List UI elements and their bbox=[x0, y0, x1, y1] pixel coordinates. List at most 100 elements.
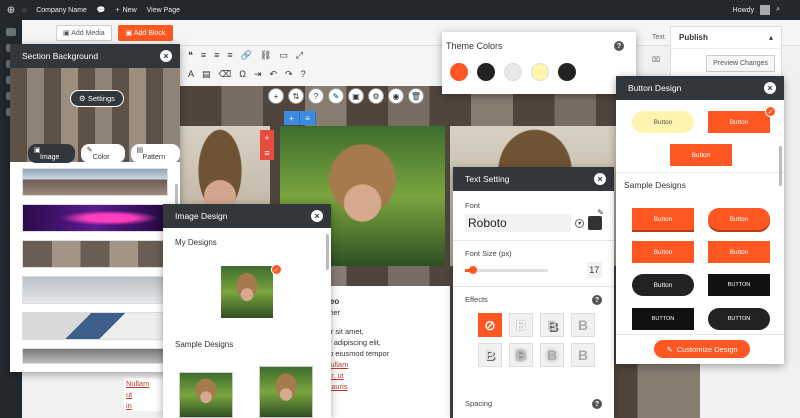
close-icon[interactable]: × bbox=[311, 210, 323, 222]
background-thumbnail[interactable] bbox=[22, 240, 168, 268]
reorder-icon[interactable]: ⇅ bbox=[288, 88, 304, 104]
help-icon[interactable]: ? bbox=[301, 69, 306, 80]
background-thumbnail[interactable] bbox=[22, 276, 168, 304]
unlink-icon[interactable]: ⛓ bbox=[260, 50, 271, 61]
settings-icon[interactable]: ⚙ bbox=[368, 88, 384, 104]
color-swatch[interactable] bbox=[477, 63, 495, 81]
home-icon[interactable]: ⌂ bbox=[22, 7, 26, 14]
no-effect-icon[interactable]: ⊘ bbox=[478, 313, 502, 337]
add-row-icon[interactable]: + bbox=[264, 133, 269, 143]
sample-button[interactable]: Button bbox=[632, 208, 694, 230]
button-design-option[interactable]: Button bbox=[632, 111, 694, 133]
slider-handle[interactable] bbox=[469, 265, 478, 274]
font-size-value[interactable]: 17 bbox=[586, 262, 602, 278]
help-icon[interactable]: ? bbox=[592, 399, 602, 409]
paste-icon[interactable]: ▤ bbox=[202, 69, 211, 80]
search-icon[interactable]: ⌕ bbox=[776, 6, 780, 14]
article-link[interactable]: Nullam bbox=[325, 359, 440, 370]
sample-button[interactable]: Button bbox=[632, 274, 694, 296]
customize-design-button[interactable]: ✎ Customize Design bbox=[654, 340, 750, 358]
site-name-link[interactable]: Company Name bbox=[36, 7, 87, 14]
new-link[interactable]: + New bbox=[116, 7, 137, 14]
text-color-icon[interactable]: A bbox=[188, 69, 194, 80]
scrollbar[interactable] bbox=[779, 146, 782, 186]
camera-icon[interactable]: ◉ bbox=[388, 88, 404, 104]
redo-icon[interactable]: ↷ bbox=[285, 69, 293, 80]
close-icon[interactable]: × bbox=[594, 173, 606, 185]
background-thumbnail[interactable] bbox=[22, 204, 168, 232]
sample-button[interactable]: BUTTON bbox=[708, 274, 770, 296]
font-size-slider[interactable] bbox=[465, 265, 548, 274]
image-icon[interactable]: ▣ bbox=[348, 88, 364, 104]
background-thumbnail[interactable] bbox=[22, 168, 168, 196]
color-swatch[interactable] bbox=[450, 63, 468, 81]
menu-icon[interactable] bbox=[6, 28, 16, 36]
more-icon[interactable]: ▭ bbox=[279, 50, 288, 61]
link-icon[interactable]: 🔗 bbox=[241, 50, 252, 61]
add-media-button[interactable]: ▣ Add Media bbox=[56, 24, 112, 41]
align-left-icon[interactable]: ≡ bbox=[201, 50, 206, 61]
effect-shadow[interactable]: B bbox=[540, 313, 564, 337]
effect-light[interactable]: B bbox=[571, 343, 595, 367]
effect-blur[interactable]: B bbox=[509, 343, 533, 367]
sample-button[interactable]: Button bbox=[708, 241, 770, 263]
help-icon[interactable]: ? bbox=[592, 295, 602, 305]
sample-button[interactable]: BUTTON bbox=[632, 308, 694, 330]
sample-design-thumbnail[interactable] bbox=[259, 366, 313, 418]
font-color-swatch[interactable]: ✎ bbox=[588, 208, 604, 230]
sample-button[interactable]: Button bbox=[708, 208, 770, 230]
fullscreen-icon[interactable]: ⤢ bbox=[296, 50, 303, 61]
align-center-icon[interactable]: ≡ bbox=[214, 50, 219, 61]
sample-design-thumbnail[interactable] bbox=[179, 372, 233, 418]
color-swatch[interactable] bbox=[504, 63, 522, 81]
add-block-button[interactable]: ▣ Add Block bbox=[117, 24, 174, 41]
help-icon[interactable]: ? bbox=[308, 88, 324, 104]
undo-icon[interactable]: ↶ bbox=[270, 69, 278, 80]
clear-format-icon[interactable]: ⌫ bbox=[219, 69, 232, 80]
effect-glow[interactable]: B bbox=[540, 343, 564, 367]
indent-icon[interactable]: ⇥ bbox=[254, 69, 262, 80]
align-right-icon[interactable]: ≡ bbox=[227, 50, 232, 61]
toolbar-toggle-icon[interactable]: ⌧ bbox=[652, 56, 660, 64]
quote-icon[interactable]: ❝ bbox=[188, 50, 193, 61]
chevron-down-icon[interactable]: ▾ bbox=[575, 218, 585, 228]
color-swatch[interactable] bbox=[531, 63, 549, 81]
my-design-thumbnail[interactable] bbox=[221, 266, 273, 318]
font-select[interactable]: Roboto bbox=[465, 214, 572, 232]
effect-emboss[interactable]: B bbox=[478, 343, 502, 367]
row-menu-icon[interactable]: ≡ bbox=[264, 148, 269, 158]
preview-changes-button[interactable]: Preview Changes bbox=[706, 55, 775, 72]
settings-button[interactable]: ⚙ Settings bbox=[70, 90, 124, 107]
column-menu-icon[interactable]: ≡ bbox=[300, 111, 316, 125]
sample-button[interactable]: Button bbox=[632, 241, 694, 263]
background-thumbnail[interactable] bbox=[22, 312, 168, 340]
delete-icon[interactable]: 🗑 bbox=[408, 88, 424, 104]
article-link[interactable]: mauris bbox=[325, 381, 440, 392]
collapse-icon[interactable]: ▴ bbox=[769, 33, 773, 42]
wordpress-icon[interactable]: ⊕ bbox=[0, 5, 22, 16]
color-swatch[interactable] bbox=[558, 63, 576, 81]
article-link[interactable]: tor, ut bbox=[325, 370, 440, 381]
button-design-option[interactable]: Button bbox=[670, 144, 732, 166]
tab-pattern[interactable]: ▤ Pattern bbox=[130, 144, 180, 163]
close-icon[interactable]: × bbox=[160, 50, 172, 62]
sample-button[interactable]: BUTTON bbox=[708, 308, 770, 330]
effect-outline[interactable]: B bbox=[509, 313, 533, 337]
add-icon[interactable]: + bbox=[268, 88, 284, 104]
brush-icon[interactable]: ✎ bbox=[328, 88, 344, 104]
omega-icon[interactable]: Ω bbox=[239, 69, 246, 80]
comments-icon[interactable]: 💬 bbox=[97, 6, 106, 14]
scrollbar[interactable] bbox=[326, 234, 329, 270]
text-tab[interactable]: Text bbox=[652, 34, 665, 41]
scrollbar[interactable] bbox=[175, 184, 178, 204]
effect-soft[interactable]: B bbox=[571, 313, 595, 337]
close-icon[interactable]: × bbox=[764, 82, 776, 94]
view-page-link[interactable]: View Page bbox=[147, 7, 180, 14]
tab-color[interactable]: ✎ Color bbox=[80, 144, 125, 163]
button-design-option[interactable]: Button bbox=[708, 111, 770, 133]
help-icon[interactable]: ? bbox=[614, 41, 624, 51]
background-thumbnail[interactable] bbox=[22, 348, 168, 364]
add-column-icon[interactable]: + bbox=[284, 111, 300, 125]
user-menu[interactable]: Howdy ⌕ bbox=[733, 0, 780, 20]
tab-image[interactable]: ▣ Image bbox=[28, 144, 75, 163]
